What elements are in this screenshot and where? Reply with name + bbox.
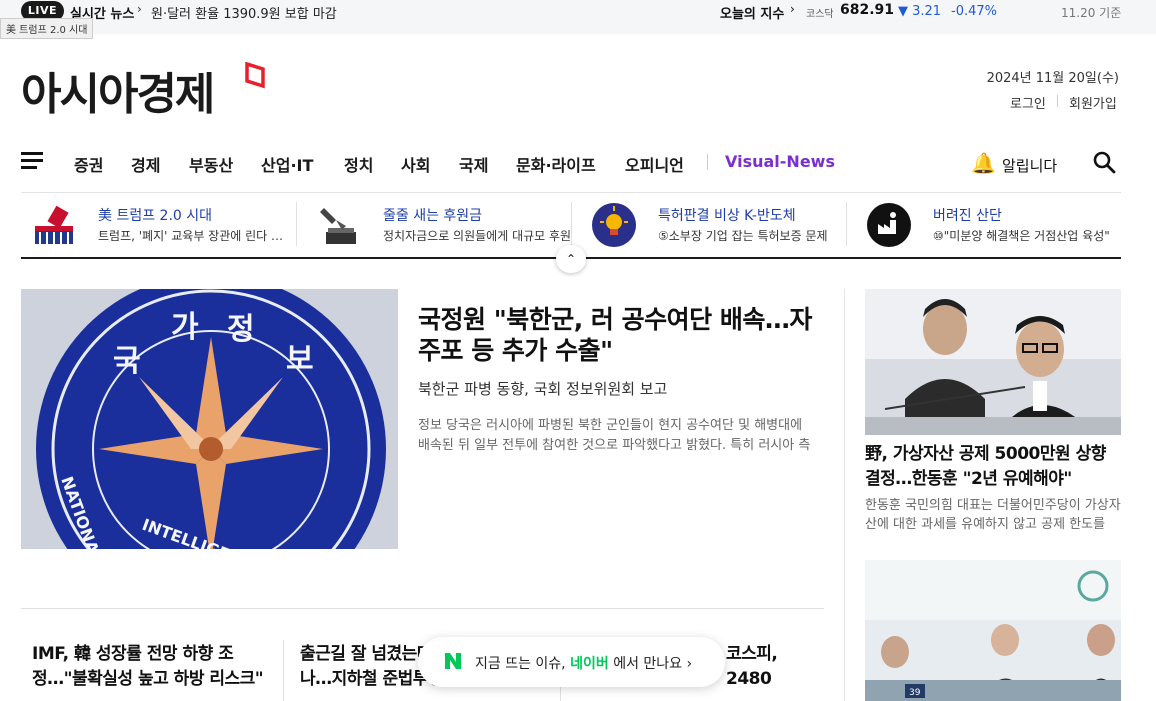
index-name: 코스닥 [806, 9, 834, 20]
lead-subheadline[interactable]: 북한군 파병 동향, 국회 정보위원회 보고 [418, 378, 667, 399]
nav-item-international[interactable]: 국제 [459, 152, 488, 176]
top-ticker-bar: LIVE 실시간 뉴스 › 원·달러 환율 1390.9원 보합 마감 오늘의 … [0, 0, 1156, 34]
nav-item-politics[interactable]: 정치 [344, 152, 373, 176]
svg-text:국: 국 [113, 344, 141, 379]
index-change: ▼ 3.21 [898, 4, 942, 19]
side-article-image[interactable]: 39 [865, 560, 1121, 701]
ballot-box-icon [35, 205, 73, 244]
side-article-summary[interactable]: 한동훈 국민의힘 대표는 더불어민주당이 가상자산에 대한 과세를 유예하지 않… [865, 496, 1121, 534]
chevron-up-icon[interactable]: ⌃ [556, 245, 586, 273]
login-link[interactable]: 로그인 [1010, 93, 1046, 112]
index-date: 11.20 기준 [1061, 6, 1122, 20]
nav-item-economy[interactable]: 경제 [131, 152, 160, 176]
index-percent: -0.47% [951, 4, 997, 19]
header-date: 2024년 11월 20일(수) [986, 71, 1119, 86]
factory-icon [867, 203, 911, 247]
nav-item-opinion[interactable]: 오피니언 [625, 152, 684, 176]
issue-item[interactable]: 특허판결 비상 K-반도체 ⑤소부장 기업 잡는 특허보증 문제 [591, 202, 853, 250]
issue-description[interactable]: 트럼프, '폐지' 교육부 장관에 린다 맥마흔 [98, 227, 288, 244]
issue-description[interactable]: ⑤소부장 기업 잡는 특허보증 문제 [658, 227, 848, 244]
ticker-headline[interactable]: 원·달러 환율 1390.9원 보합 마감 [151, 3, 337, 22]
notice-link[interactable]: 알립니다 [1002, 155, 1057, 176]
naver-logo-icon [445, 653, 461, 669]
chevron-right-icon[interactable]: › [137, 2, 142, 16]
issue-description[interactable]: 정치자금으로 의원들에게 대규모 후원 [383, 227, 573, 244]
issue-title[interactable]: 줄줄 새는 후원금 [383, 205, 482, 225]
naver-brand: 네이버 [570, 656, 609, 672]
sub-article-headline[interactable]: IMF, 韓 성장률 전망 하향 조정…"불확실성 높고 하방 리스크" [32, 642, 264, 692]
divider [571, 202, 572, 246]
site-logo[interactable]: 아시아경제 [21, 58, 215, 122]
nav-item-visual-news[interactable]: Visual-News [725, 152, 835, 171]
issue-item[interactable]: 버려진 산단 ⑩"미분양 해결책은 거점산업 육성" [866, 202, 1128, 250]
divider [846, 202, 847, 246]
section-divider [21, 608, 824, 609]
today-index-link[interactable]: 오늘의 지수 [720, 3, 784, 22]
issue-item[interactable]: 줄줄 새는 후원금 정치자금으로 의원들에게 대규모 후원 [316, 202, 578, 250]
nav-item-stocks[interactable]: 증권 [74, 152, 103, 176]
divider [1057, 95, 1058, 107]
nis-emblem-icon: 국 가 정 보 NATIONAL INTELLIGENCE [21, 289, 398, 549]
nav-border [21, 192, 1121, 193]
nav-item-industry-it[interactable]: 산업·IT [261, 152, 313, 176]
conference-photo-icon: 39 [865, 560, 1121, 701]
naver-suffix: 에서 만나요 › [613, 656, 693, 672]
lead-headline[interactable]: 국정원 "북한군, 러 공수여단 배속…자주포 등 추가 수출" [418, 304, 818, 366]
nav-item-culture-life[interactable]: 문화·라이프 [516, 152, 596, 176]
issue-title[interactable]: 버려진 산단 [933, 205, 1002, 225]
chip-bulb-icon [592, 203, 636, 247]
nav-divider [707, 154, 708, 170]
tooltip: 美 트럼프 2.0 시대 [0, 18, 94, 39]
nav-item-society[interactable]: 사회 [401, 152, 430, 176]
logo-mark-icon [245, 62, 265, 89]
bell-icon[interactable]: 🔔 [971, 151, 996, 175]
index-value: 682.91 [840, 2, 895, 18]
search-icon[interactable] [1092, 150, 1116, 174]
menu-icon[interactable] [21, 152, 43, 170]
sub-article-headline[interactable]: 코스피, 2480 [726, 642, 826, 692]
side-article-image[interactable] [865, 289, 1121, 435]
issue-title[interactable]: 특허판결 비상 K-반도체 [658, 205, 796, 225]
issue-item[interactable]: 美 트럼프 2.0 시대 트럼프, '폐지' 교육부 장관에 린다 맥마흔 [31, 202, 293, 250]
svg-text:가: 가 [171, 310, 199, 345]
divider [283, 640, 284, 701]
lead-article-image[interactable]: 국 가 정 보 NATIONAL INTELLIGENCE [21, 289, 398, 549]
chevron-right-icon[interactable]: › [790, 2, 795, 16]
signup-link[interactable]: 회원가입 [1069, 93, 1117, 112]
divider [296, 202, 297, 246]
side-article-headline[interactable]: 野, 가상자산 공제 5000만원 상향 결정…한동훈 "2년 유예해야" [865, 442, 1121, 492]
naver-issue-banner[interactable]: 지금 뜨는 이슈, 네이버 에서 만나요 › [418, 637, 725, 687]
naver-banner-text[interactable]: 지금 뜨는 이슈, 네이버 에서 만나요 › [475, 653, 692, 673]
press-photo-icon [865, 289, 1121, 435]
lead-summary[interactable]: 정보 당국은 러시아에 파병된 북한 군인들이 현지 공수여단 및 해병대에 배… [418, 416, 813, 456]
issue-title[interactable]: 美 트럼프 2.0 시대 [98, 205, 212, 225]
nav-item-realestate[interactable]: 부동산 [189, 152, 233, 176]
donation-box-icon [320, 208, 356, 244]
column-divider [844, 289, 845, 701]
naver-prefix: 지금 뜨는 이슈, [475, 656, 566, 672]
issue-description[interactable]: ⑩"미분양 해결책은 거점산업 육성" [933, 227, 1123, 244]
svg-text:보: 보 [286, 342, 314, 377]
svg-text:39: 39 [909, 688, 921, 698]
svg-text:정: 정 [227, 312, 255, 347]
